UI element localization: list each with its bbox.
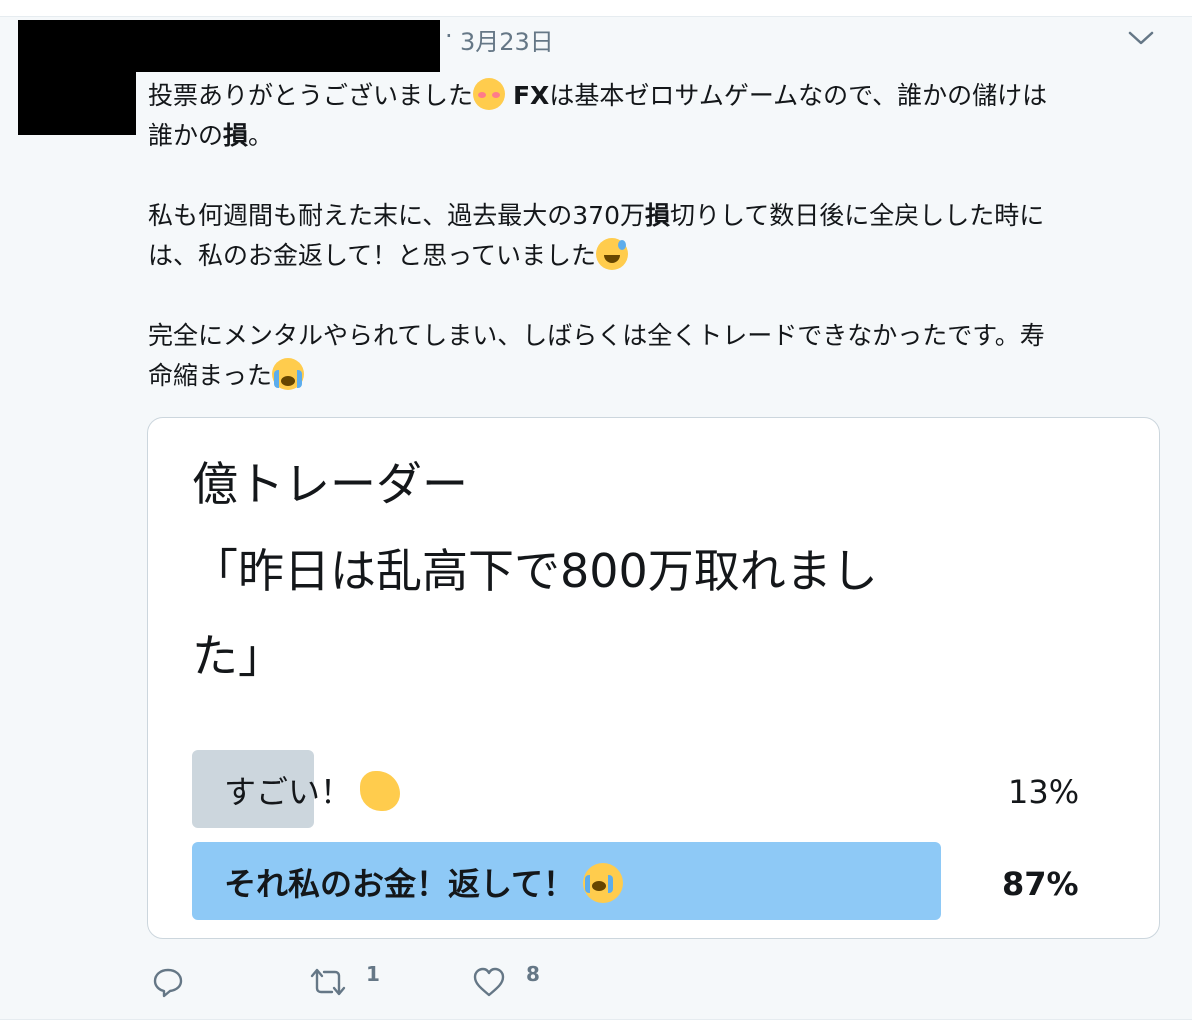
tweet-text-line: は、私のお金返して！と思っていました <box>148 236 629 276</box>
reply-icon[interactable] <box>152 966 184 998</box>
poll-option-label[interactable]: それ私のお金！返して！ <box>224 859 624 905</box>
loudly-crying-emoji-icon <box>583 863 624 903</box>
poll-option-percent: 87% <box>1002 865 1079 903</box>
loudly-crying-emoji-icon <box>272 358 305 390</box>
tweet-text-line: 私も何週間も耐えた末に、過去最大の370万損切りして数日後に全戻しした時に <box>148 201 1045 230</box>
clapping-hands-emoji-icon <box>360 771 401 811</box>
poll-question-line: 億トレーダー <box>192 457 468 511</box>
tweet-text-line: 完全にメンタルやられてしまい、しばらくは全くトレードできなかったです。寿 <box>148 321 1045 350</box>
retweet-count: 1 <box>366 962 380 986</box>
previous-tweet-edge <box>0 0 1192 17</box>
tweet-text-line: 誰かの損。 <box>148 121 274 150</box>
date-separator: · <box>445 22 453 50</box>
tweet-date-link[interactable]: 3月23日 <box>460 22 554 57</box>
poll-option-label[interactable]: すごい！ <box>224 767 401 813</box>
tweet-text-line: 投票ありがとうございました FXは基本ゼロサムゲームなので、誰かの儲けは <box>148 76 1047 116</box>
poll-question-line: 「昨日は乱高下で800万取れまし <box>192 544 878 598</box>
tweet-text-line: 命縮まった <box>148 356 305 396</box>
smiling-blush-emoji-icon <box>473 78 506 110</box>
retweet-icon[interactable] <box>308 966 348 998</box>
next-tweet-edge <box>0 1019 1192 1031</box>
chevron-down-icon[interactable] <box>1126 28 1156 48</box>
redacted-avatar <box>18 40 136 135</box>
sweat-smile-emoji-icon <box>596 238 629 270</box>
like-icon[interactable] <box>472 966 506 998</box>
poll-option-percent: 13% <box>1008 773 1080 811</box>
poll-question-line: た」 <box>192 629 284 683</box>
like-count: 8 <box>526 962 540 986</box>
